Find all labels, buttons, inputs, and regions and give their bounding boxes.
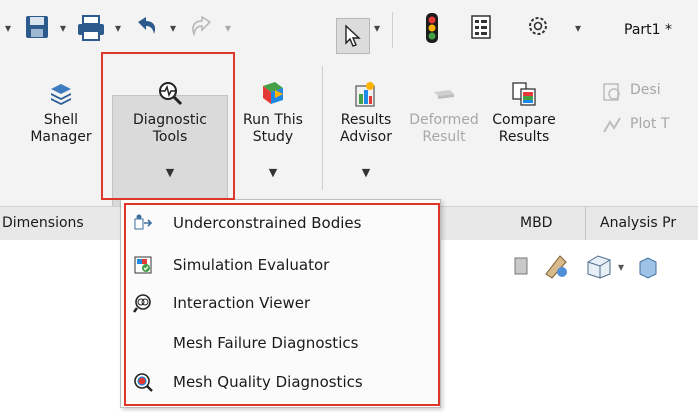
tab-mbd[interactable]: MBD [520, 207, 580, 240]
redo-options-arrow[interactable]: ▾ [225, 22, 231, 34]
interaction-viewer-icon [133, 294, 151, 313]
menu-item-label: Simulation Evaluator [173, 256, 330, 274]
file-properties-icon[interactable] [470, 14, 492, 40]
menu-item-simulation-evaluator[interactable]: Simulation Evaluator [121, 246, 440, 284]
mesh-quality-icon [134, 373, 153, 392]
shell-manager-icon [51, 84, 71, 105]
save-options-arrow[interactable]: ▾ [60, 22, 66, 34]
diagnostic-tools-menu: Underconstrained Bodies Simulation Evalu… [120, 199, 441, 408]
tab-separator [585, 207, 586, 240]
run-this-study-dropdown-arrow[interactable]: ▼ [269, 166, 277, 179]
undo-options-arrow[interactable]: ▾ [170, 22, 176, 34]
deformed-result-icon [434, 90, 454, 99]
menu-item-underconstrained-bodies[interactable]: Underconstrained Bodies [121, 204, 440, 242]
magnifier-pulse-icon [159, 82, 183, 106]
run-this-study-button[interactable]: Run This Study ▼ [232, 80, 314, 200]
undo-icon[interactable] [132, 14, 160, 40]
compare-results-button[interactable]: Compare Results [486, 80, 562, 160]
menu-item-interaction-viewer[interactable]: Interaction Viewer [121, 284, 440, 322]
plot-tools-icon [603, 117, 621, 133]
appearance-icon[interactable] [540, 250, 572, 280]
results-advisor-dropdown-arrow[interactable]: ▼ [362, 166, 370, 179]
run-this-study-label: Run This Study [243, 112, 303, 145]
quick-access-toolbar: ▾ ▾ ▾ ▾ ▾ ▾ ▾ Part1 * [0, 0, 698, 58]
view-orientation-arrow[interactable]: ▾ [618, 260, 624, 274]
traffic-light-icon[interactable] [425, 12, 439, 44]
menu-item-mesh-quality-diagnostics[interactable]: Mesh Quality Diagnostics [121, 363, 440, 401]
run-study-icon [263, 82, 283, 104]
redo-icon[interactable] [188, 14, 216, 40]
select-options-arrow[interactable]: ▾ [374, 22, 380, 34]
menu-item-label: Interaction Viewer [173, 294, 311, 312]
select-button[interactable] [336, 18, 370, 54]
display-style-icon[interactable] [636, 254, 660, 280]
view-orientation-icon[interactable] [584, 252, 614, 280]
menu-item-label: Underconstrained Bodies [173, 214, 362, 232]
toolbar-separator [392, 12, 393, 48]
design-insight-icon [603, 83, 620, 101]
document-title: Part1 * [624, 22, 672, 38]
deformed-result-button[interactable]: Deformed Result [406, 80, 482, 160]
options-gear-icon[interactable] [526, 14, 550, 38]
command-manager-ribbon: Shell Manager Diagnostic Tools ▼ Run Thi… [0, 58, 698, 242]
results-advisor-icon [355, 82, 375, 107]
menu-item-label: Mesh Failure Diagnostics [173, 334, 359, 352]
design-insight-label[interactable]: Desi [630, 82, 661, 98]
compare-results-label: Compare Results [492, 112, 556, 145]
print-icon[interactable] [76, 14, 106, 42]
options-arrow[interactable]: ▾ [575, 22, 581, 34]
menu-item-label: Mesh Quality Diagnostics [173, 373, 363, 391]
tab-analysis-preparation[interactable]: Analysis Pr [600, 207, 698, 240]
save-icon[interactable] [24, 14, 50, 40]
select-cursor-icon [345, 24, 361, 47]
print-options-arrow[interactable]: ▾ [115, 22, 121, 34]
menu-item-mesh-failure-diagnostics[interactable]: Mesh Failure Diagnostics [121, 324, 440, 362]
ribbon-separator [322, 66, 323, 190]
tab-dimensions[interactable]: Dimensions [0, 207, 120, 240]
results-advisor-label: Results Advisor [339, 112, 392, 145]
diagnostic-tools-dropdown-arrow[interactable]: ▼ [166, 166, 174, 179]
deformed-result-label: Deformed Result [409, 112, 479, 145]
diagnostic-tools-label: Diagnostic Tools [133, 112, 207, 145]
plot-tools-label[interactable]: Plot T [630, 116, 669, 132]
save-dropdown-arrow[interactable]: ▾ [5, 22, 11, 34]
shell-manager-button[interactable]: Shell Manager [30, 80, 92, 160]
shell-manager-label: Shell Manager [30, 112, 92, 145]
results-advisor-button[interactable]: Results Advisor ▼ [330, 80, 402, 200]
section-view-icon[interactable] [512, 254, 532, 278]
simulation-evaluator-icon [134, 256, 152, 274]
compare-results-icon [512, 82, 536, 106]
underconstrained-bodies-icon [134, 214, 153, 230]
